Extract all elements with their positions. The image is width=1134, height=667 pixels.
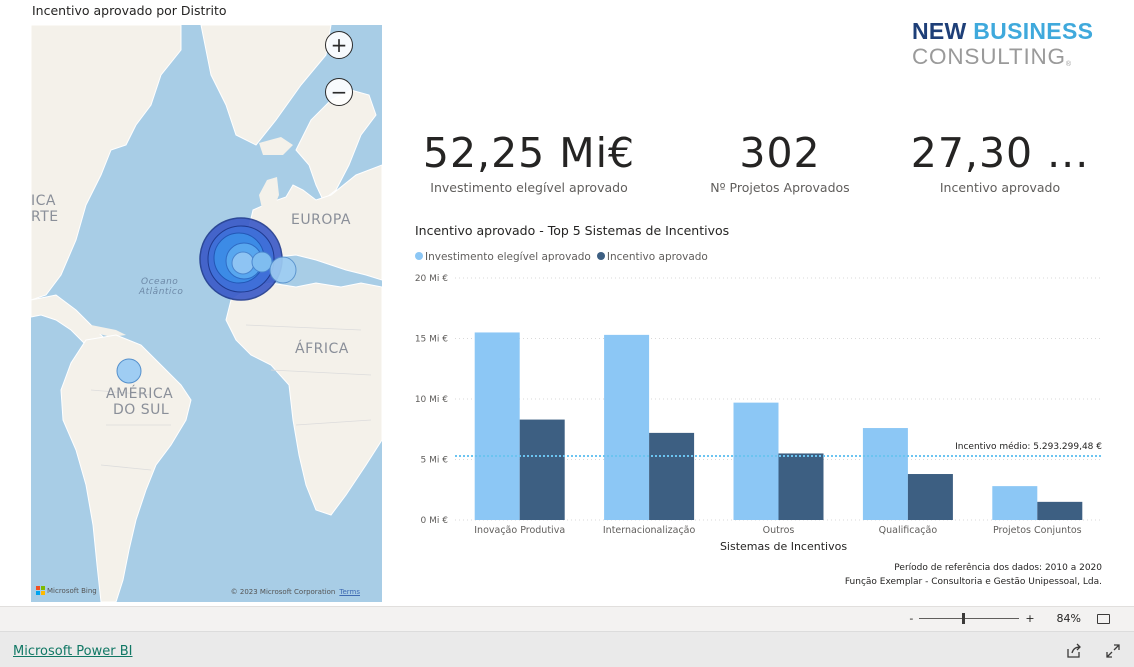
fit-to-page-icon[interactable] xyxy=(1097,613,1110,624)
bar-investment[interactable] xyxy=(604,334,650,520)
bar-chart[interactable]: 0 Mi € 5 Mi € 10 Mi € 15 Mi € 20 Mi € Inovaçã… xyxy=(400,265,1110,560)
legend-dot-incentive xyxy=(596,252,605,260)
kpi-projects-label: Nº Projetos Aprovados xyxy=(710,180,850,195)
zoom-slider[interactable] xyxy=(919,613,1020,624)
kpi-investment-label: Investimento elegível aprovado xyxy=(430,180,628,195)
bar-investment[interactable] xyxy=(474,332,520,520)
map-label-europe: EUROPA xyxy=(291,212,351,228)
y-tick-label: 20 Mi € xyxy=(415,274,448,284)
x-tick-label: Qualificação xyxy=(879,525,938,536)
bottom-bar: Microsoft Power BI xyxy=(0,631,1134,667)
legend-item-incentive[interactable]: Incentivo aprovado xyxy=(596,251,708,263)
map-label-ocean-2: Atlântico xyxy=(139,287,184,297)
map-label-ocean-1: Oceano xyxy=(141,277,179,287)
map-visual[interactable]: ICA RTE EUROPA ÁFRICA AMÉRICA DO SUL Oce… xyxy=(31,25,382,602)
bar-incentive[interactable] xyxy=(907,474,953,520)
logo-word-business: BUSINESS xyxy=(973,18,1094,44)
x-axis-title: Sistemas de Incentivos xyxy=(720,540,847,553)
map-land xyxy=(31,25,382,602)
kpi-investment[interactable]: 52,25 Mi€ Investimento elegível aprovado xyxy=(420,128,638,195)
map-title: Incentivo aprovado por Distrito xyxy=(32,3,227,18)
bar-incentive[interactable] xyxy=(649,432,695,520)
zoom-slider-thumb[interactable] xyxy=(961,613,965,624)
x-tick-label: Outros xyxy=(763,525,795,536)
bar-incentive[interactable] xyxy=(1037,501,1083,520)
y-tick-label: 15 Mi € xyxy=(415,335,448,345)
x-tick-label: Internacionalização xyxy=(603,525,696,536)
map-label-africa: ÁFRICA xyxy=(295,341,349,357)
x-tick-label: Projetos Conjuntos xyxy=(993,525,1082,536)
bar-investment[interactable] xyxy=(862,428,908,520)
y-tick-label: 10 Mi € xyxy=(415,395,448,405)
zoom-in-button[interactable]: + xyxy=(1025,612,1034,625)
chart-title: Incentivo aprovado - Top 5 Sistemas de I… xyxy=(415,223,730,238)
x-tick-label: Inovação Produtiva xyxy=(474,525,565,536)
legend-dot-investment xyxy=(415,252,423,260)
zoom-percent: 84% xyxy=(1056,612,1081,625)
kpi-incentive-label: Incentivo aprovado xyxy=(939,180,1061,195)
legend-item-investment[interactable]: Investimento elegível aprovado xyxy=(415,251,591,263)
reference-period-note: Período de referência dos dados: 2010 a … xyxy=(894,563,1102,573)
legend-label-investment: Investimento elegível aprovado xyxy=(425,251,591,263)
kpi-incentive-value: 27,30 ... xyxy=(910,129,1090,177)
kpi-projects[interactable]: 302 Nº Projetos Aprovados xyxy=(680,128,880,195)
kpi-incentive[interactable]: 27,30 ... Incentivo aprovado xyxy=(900,128,1100,195)
microsoft-logo-icon xyxy=(36,586,45,595)
logo-word-consulting: CONSULTING xyxy=(912,44,1066,69)
share-icon[interactable] xyxy=(1066,643,1082,659)
copyright-text: © 2023 Microsoft Corporation xyxy=(230,588,336,596)
map-label-north-america-2: RTE xyxy=(31,209,59,225)
company-logo: NEW BUSINESS CONSULTING® xyxy=(912,19,1093,77)
bar-incentive[interactable] xyxy=(778,453,824,520)
bing-label: Microsoft Bing xyxy=(47,586,97,595)
map-label-north-america-1: ICA xyxy=(31,193,56,209)
expand-icon[interactable] xyxy=(1105,643,1121,659)
bing-attribution: Microsoft Bing xyxy=(36,586,97,595)
bar-incentive[interactable] xyxy=(519,419,565,520)
bar-investment[interactable] xyxy=(733,402,779,520)
map-label-south-america-1: AMÉRICA xyxy=(106,386,174,402)
bar-investment[interactable] xyxy=(992,486,1038,520)
y-tick-label: 5 Mi € xyxy=(421,456,449,466)
zoom-control: - + 84% xyxy=(909,612,1110,625)
kpi-investment-value: 52,25 Mi€ xyxy=(422,129,636,177)
map-zoom-out-button[interactable]: − xyxy=(325,78,353,106)
chart-legend: Investimento elegível aprovado Incentivo… xyxy=(415,251,708,263)
status-bar: - + 84% xyxy=(0,606,1134,631)
zoom-out-button[interactable]: - xyxy=(909,612,913,625)
logo-registered-mark: ® xyxy=(1065,61,1072,68)
kpi-projects-value: 302 xyxy=(739,129,821,177)
power-bi-link[interactable]: Microsoft Power BI xyxy=(13,644,132,659)
map-label-south-america-2: DO SUL xyxy=(113,402,170,418)
logo-word-new: NEW xyxy=(912,18,974,44)
average-reference-label: Incentivo médio: 5.293.299,48 € xyxy=(955,441,1102,452)
map-copyright: © 2023 Microsoft Corporation Terms xyxy=(231,588,360,596)
y-tick-label: 0 Mi € xyxy=(421,516,449,526)
legend-label-incentive: Incentivo aprovado xyxy=(606,251,708,263)
terms-link[interactable]: Terms xyxy=(339,588,360,596)
author-note: Função Exemplar - Consultoria e Gestão U… xyxy=(844,577,1102,587)
map-zoom-in-button[interactable]: + xyxy=(325,31,353,59)
